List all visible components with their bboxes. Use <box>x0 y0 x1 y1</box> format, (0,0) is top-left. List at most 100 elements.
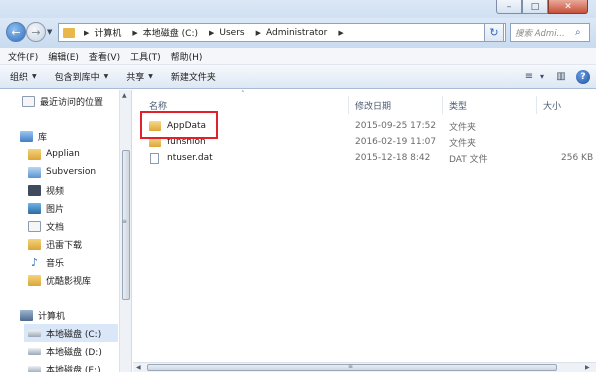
menu-help[interactable]: 帮助(H) <box>171 50 203 63</box>
sidebar-item-music[interactable]: ♪ 音乐 <box>28 253 118 271</box>
sidebar-item-pictures[interactable]: 图片 <box>28 199 118 217</box>
navigation-pane: 最近访问的位置 库 Applian Subversion 视频 图片 文档 迅雷… <box>0 90 132 372</box>
preview-pane-icon[interactable]: ▥ <box>552 68 570 85</box>
view-options-icon[interactable]: ▾ <box>538 68 546 85</box>
sidebar-item-thunder-downloads[interactable]: 迅雷下载 <box>28 235 118 253</box>
file-name-cell[interactable]: ntuser.dat <box>149 150 349 166</box>
help-icon[interactable]: ? <box>576 69 590 84</box>
file-size: 256 KB <box>561 153 594 163</box>
minimize-button[interactable]: – <box>496 0 522 14</box>
file-type: DAT 文件 <box>449 154 488 165</box>
menu-view[interactable]: 查看(V) <box>89 50 120 63</box>
breadcrumb-administrator[interactable]: Administrator <box>266 28 327 38</box>
organize-button[interactable]: 组织 ▼ <box>10 70 37 83</box>
change-view-icon[interactable]: ≡ <box>520 68 538 85</box>
menu-bar: 文件(F) 编辑(E) 查看(V) 工具(T) 帮助(H) <box>0 48 596 65</box>
recent-places-icon <box>22 95 35 107</box>
sidebar-scrollbar[interactable]: ▲ ≡ <box>119 90 131 372</box>
breadcrumb-separator-icon[interactable]: ▶ <box>338 29 343 37</box>
file-modified: 2015-09-25 17:52 <box>355 121 437 131</box>
new-folder-label: 新建文件夹 <box>170 73 216 83</box>
sidebar-item-label: 本地磁盘 (E:) <box>46 365 101 372</box>
column-header-size[interactable]: 大小 <box>537 96 596 114</box>
sidebar-item-documents[interactable]: 文档 <box>28 217 118 235</box>
refresh-icon: ↻ <box>489 26 499 39</box>
back-button[interactable]: ← <box>6 22 26 42</box>
breadcrumb-separator-icon[interactable]: ▶ <box>84 29 89 37</box>
sidebar-item-label: 本地磁盘 (C:) <box>46 329 102 340</box>
sidebar-item-recent-places[interactable]: 最近访问的位置 <box>22 92 118 110</box>
include-in-library-button[interactable]: 包含到库中 ▼ <box>55 70 109 83</box>
scroll-up-icon[interactable]: ▲ <box>122 92 127 99</box>
forward-button[interactable]: → <box>26 22 46 42</box>
music-icon: ♪ <box>30 255 39 269</box>
column-header-modified[interactable]: 修改日期 <box>349 96 443 114</box>
command-bar: 组织 ▼ 包含到库中 ▼ 共享 ▼ 新建文件夹 ≡ ▾ ▥ ? <box>0 65 596 89</box>
documents-icon <box>28 220 41 232</box>
address-bar[interactable]: ▶ 计算机 ▶ 本地磁盘 (C:) ▶ Users ▶ Administrato… <box>58 23 506 42</box>
caption-buttons: – □ ✕ <box>496 0 588 14</box>
organize-label: 组织 <box>10 73 29 83</box>
scroll-right-icon[interactable]: ▶ <box>585 364 590 371</box>
sidebar-item-label: 计算机 <box>38 311 66 322</box>
file-list-horizontal-scrollbar[interactable]: ◀ ≡ ▶ <box>133 362 596 372</box>
menu-edit[interactable]: 编辑(E) <box>48 50 79 63</box>
dropdown-arrow-icon: ▼ <box>32 73 37 80</box>
forward-arrow-icon: → <box>31 25 41 39</box>
scroll-left-icon[interactable]: ◀ <box>136 364 141 371</box>
videos-icon <box>28 184 41 196</box>
sidebar-item-local-disk-c[interactable]: 本地磁盘 (C:) <box>24 324 118 342</box>
sidebar-item-computer[interactable]: 计算机 <box>20 306 118 324</box>
include-in-library-label: 包含到库中 <box>54 73 100 83</box>
recent-pages-button[interactable]: ▼ <box>47 28 52 36</box>
file-name: ntuser.dat <box>167 153 213 163</box>
menu-file[interactable]: 文件(F) <box>8 50 38 63</box>
sidebar-item-label: 优酷影视库 <box>46 276 92 287</box>
breadcrumb-users[interactable]: Users <box>219 28 244 38</box>
breadcrumb-separator-icon[interactable]: ▶ <box>209 29 214 37</box>
column-header-type[interactable]: 类型 <box>443 96 537 114</box>
breadcrumb-separator-icon[interactable]: ▶ <box>132 29 137 37</box>
sidebar-item-label: 视频 <box>46 186 65 197</box>
sidebar-item-youku-library[interactable]: 优酷影视库 <box>28 271 118 289</box>
share-button[interactable]: 共享 ▼ <box>126 70 153 83</box>
drive-icon <box>28 365 41 372</box>
window-titlebar: – □ ✕ <box>0 0 596 20</box>
folder-icon <box>63 27 75 38</box>
search-input[interactable]: 搜索 Admi... <box>515 27 575 39</box>
refresh-button[interactable]: ↻ <box>484 23 504 42</box>
scroll-grip-icon: ≡ <box>348 363 354 370</box>
sidebar-scrollbar-thumb[interactable] <box>122 150 130 300</box>
address-toolbar: ← → ▼ ▶ 计算机 ▶ 本地磁盘 (C:) ▶ Users ▶ Admini… <box>0 18 596 48</box>
sidebar-item-local-disk-d[interactable]: 本地磁盘 (D:) <box>28 342 118 360</box>
breadcrumb-local-disk-c[interactable]: 本地磁盘 (C:) <box>143 26 198 39</box>
sidebar-item-local-disk-e[interactable]: 本地磁盘 (E:) <box>28 360 118 372</box>
drive-icon <box>28 347 41 355</box>
sidebar-item-label: 文档 <box>46 222 65 233</box>
sidebar-item-label: 音乐 <box>46 258 65 269</box>
maximize-button[interactable]: □ <box>522 0 548 14</box>
sidebar-item-subversion[interactable]: Subversion <box>28 163 118 181</box>
breadcrumb-separator-icon[interactable]: ▶ <box>256 29 261 37</box>
sidebar-item-label: Applian <box>46 149 80 159</box>
file-modified: 2015-12-18 8:42 <box>355 153 431 163</box>
dropdown-arrow-icon: ▼ <box>103 73 109 80</box>
menu-tools[interactable]: 工具(T) <box>130 50 161 63</box>
search-box[interactable]: 搜索 Admi... ⌕ <box>510 23 590 42</box>
close-button[interactable]: ✕ <box>548 0 588 14</box>
scroll-grip-icon: ≡ <box>122 218 128 225</box>
sidebar-item-label: Subversion <box>46 167 97 177</box>
breadcrumb-computer[interactable]: 计算机 <box>94 26 121 39</box>
folder-icon <box>28 238 41 250</box>
libraries-icon <box>20 130 33 142</box>
drive-icon <box>28 329 41 337</box>
table-row[interactable]: ntuser.dat 2015-12-18 8:42 DAT 文件 256 KB <box>133 150 596 166</box>
file-type: 文件夹 <box>449 138 477 149</box>
sidebar-item-libraries[interactable]: 库 <box>20 127 118 145</box>
back-arrow-icon: ← <box>11 25 21 39</box>
sidebar-item-videos[interactable]: 视频 <box>28 181 118 199</box>
search-icon[interactable]: ⌕ <box>575 27 589 38</box>
sidebar-item-applian[interactable]: Applian <box>28 145 118 163</box>
new-folder-button[interactable]: 新建文件夹 <box>171 70 216 83</box>
pictures-icon <box>28 202 41 214</box>
